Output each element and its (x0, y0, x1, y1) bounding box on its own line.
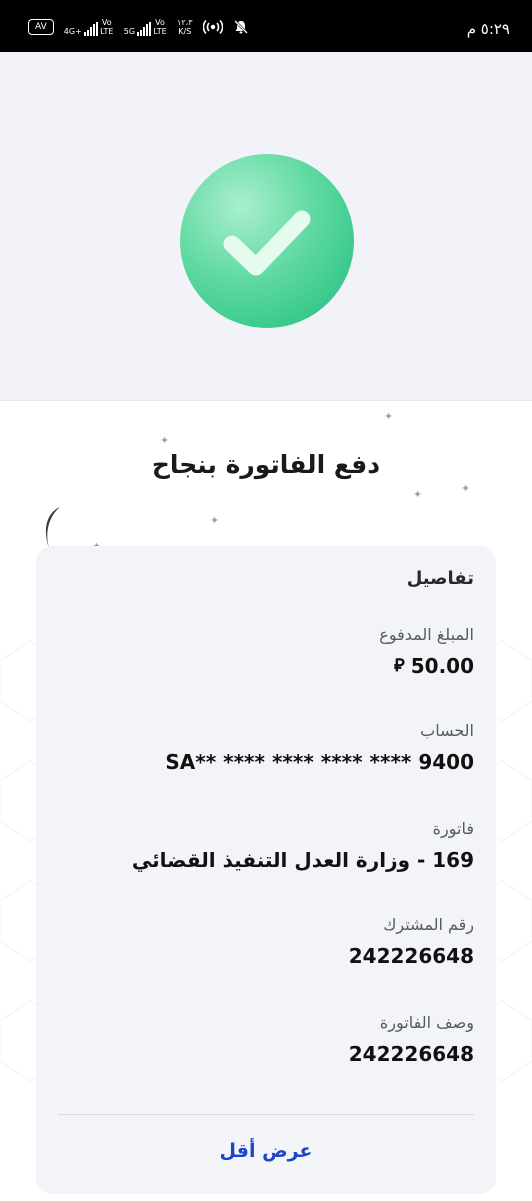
signal-bars-icon (83, 22, 98, 36)
bill-label: فاتورة (432, 819, 474, 838)
saudi-riyal-icon: ⃁ (394, 655, 405, 676)
subscriber-label: رقم المشترك (383, 915, 474, 934)
sim2-network-label: 5G (123, 27, 136, 36)
speed-value: ١٢،٣ (177, 18, 193, 27)
success-header (0, 52, 532, 400)
amount-value-row: ⃁ 50.00 (58, 652, 474, 680)
bill-description-value: 242226648 (348, 1042, 474, 1066)
bell-off-icon (233, 20, 248, 34)
bill-field: فاتورة 169 - وزارة العدل التنفيذ القضائي (58, 818, 474, 874)
divider (58, 1114, 474, 1115)
bill-description-field: وصف الفاتورة 242226648 (58, 1012, 474, 1068)
sparkle-icon: ✦ (413, 488, 423, 501)
network-speed: ١٢،٣ K/S (177, 18, 192, 36)
page-title: دفع الفاتورة بنجاح (151, 450, 381, 479)
sim1-signal: 4G+ Vo LTE (64, 18, 114, 36)
av-badge: AV (28, 19, 54, 35)
subscriber-value: 242226648 (348, 944, 474, 968)
status-bar: AV 4G+ Vo LTE 5G Vo LTE ١٢،٣ K/S ٥:٢٩ م (0, 0, 532, 52)
bill-value: 169 - وزارة العدل التنفيذ القضائي (131, 848, 474, 872)
bill-description-label: وصف الفاتورة (379, 1013, 474, 1032)
sparkle-icon: ✦ (210, 514, 220, 527)
details-heading: تفاصيل (406, 568, 474, 589)
sparkle-icon: ✦ (461, 482, 471, 495)
details-card: تفاصيل المبلغ المدفوع ⃁ 50.00 الحساب SA*… (36, 546, 496, 1194)
sim1-volte-label: Vo LTE (100, 18, 114, 36)
subscriber-field: رقم المشترك 242226648 (58, 914, 474, 970)
sim1-network-label: 4G+ (63, 27, 82, 36)
check-circle-icon (180, 154, 354, 328)
sim2-volte-label: Vo LTE (153, 18, 167, 36)
status-time: ٥:٢٩ م (466, 20, 510, 38)
account-label: الحساب (420, 721, 474, 740)
amount-value: 50.00 (410, 654, 474, 678)
sparkle-icon: ✦ (384, 410, 394, 423)
status-icons: AV 4G+ Vo LTE 5G Vo LTE ١٢،٣ K/S (28, 18, 249, 36)
show-less-button[interactable]: عرض أقل (36, 1140, 496, 1162)
account-field: الحساب SA** **** **** **** **** 9400 (58, 720, 474, 776)
speed-unit: K/S (178, 27, 192, 36)
sim2-signal: 5G Vo LTE (124, 18, 167, 36)
amount-label: المبلغ المدفوع (379, 625, 474, 644)
amount-field: المبلغ المدفوع ⃁ 50.00 (58, 624, 474, 680)
sparkle-icon: ✦ (160, 434, 170, 447)
hotspot-icon (202, 19, 223, 35)
account-value: SA** **** **** **** **** 9400 (165, 750, 474, 774)
signal-bars-icon (137, 22, 152, 36)
